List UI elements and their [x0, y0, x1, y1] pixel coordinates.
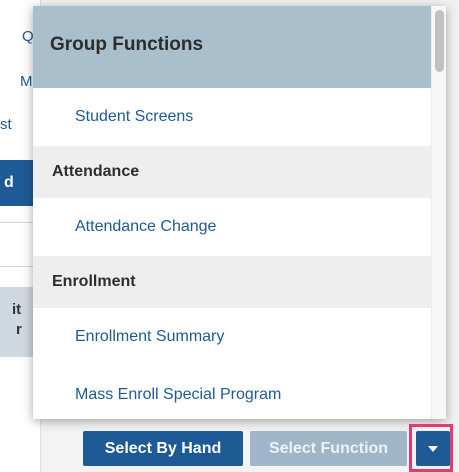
background-text-fragment: it — [12, 301, 22, 318]
menu-item-attendance-change[interactable]: Attendance Change — [33, 198, 446, 256]
menu-group-enrollment: Enrollment — [33, 256, 446, 308]
background-text-fragment: d — [4, 174, 14, 191]
background-text-fragment: M — [20, 73, 33, 90]
background-right-edge — [449, 0, 459, 472]
dropdown-scrollbar[interactable] — [431, 6, 446, 419]
dropdown-toggle-button[interactable] — [416, 431, 450, 466]
background-text-fragment: st — [0, 116, 12, 133]
background-text-fragment: Q — [22, 28, 34, 45]
menu-item-enrollment-summary[interactable]: Enrollment Summary — [33, 308, 446, 366]
menu-item-student-screens[interactable]: Student Screens — [33, 88, 446, 146]
page: Q M st d it r Group Functions Student Sc… — [0, 0, 459, 472]
caret-down-icon — [428, 445, 438, 452]
menu-item-mass-enroll-special-program[interactable]: Mass Enroll Special Program — [33, 366, 446, 419]
select-by-hand-button[interactable]: Select By Hand — [83, 431, 243, 466]
dropdown-scrollbar-thumb[interactable] — [435, 10, 444, 72]
select-function-button[interactable]: Select Function — [250, 431, 407, 466]
dropdown-header: Group Functions — [33, 6, 446, 88]
background-text-fragment: r — [16, 321, 22, 338]
group-functions-dropdown: Group Functions Student Screens Attendan… — [33, 6, 446, 419]
menu-group-attendance: Attendance — [33, 146, 446, 198]
